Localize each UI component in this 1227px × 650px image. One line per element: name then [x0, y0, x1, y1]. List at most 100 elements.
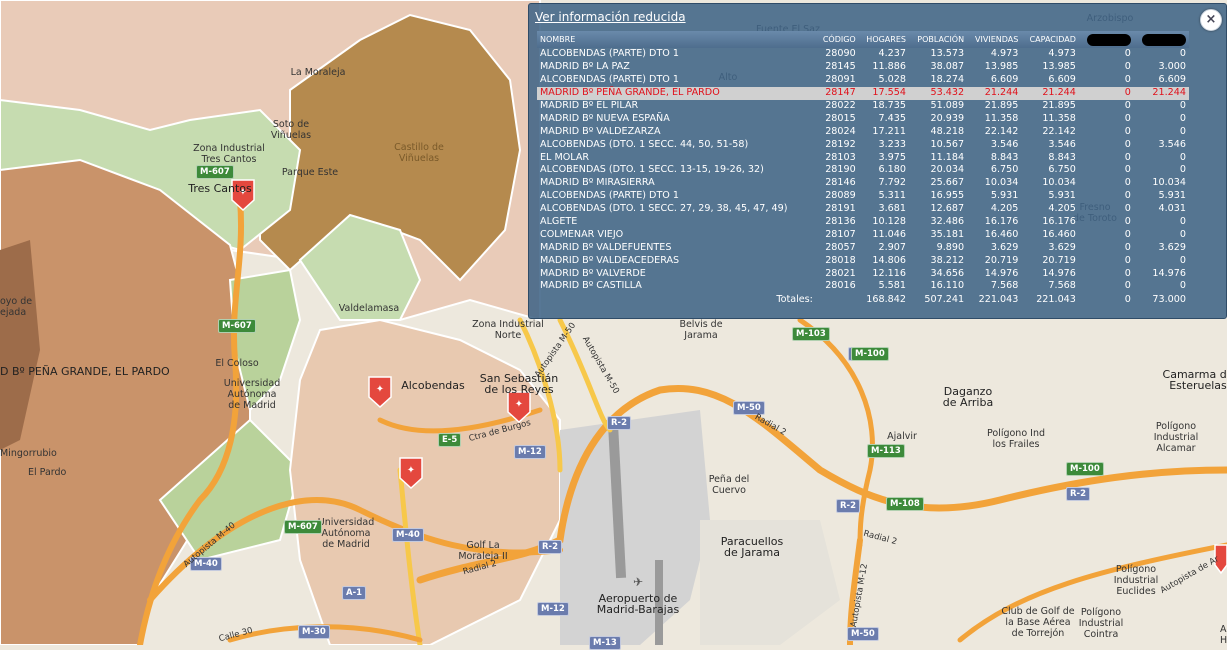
table-row[interactable]: MADRID Bº MIRASIERRA 28146 7.792 25.667 10.0… [537, 177, 1189, 190]
table-cell: 7.435 [878, 112, 906, 124]
table-cell: MADRID Bº MIRASIERRA [540, 177, 655, 189]
table-cell: 16.460 [1042, 228, 1076, 240]
table-cell: 9.890 [936, 241, 965, 253]
table-cell: 18.274 [930, 74, 965, 86]
table-cell: 13.985 [1042, 61, 1076, 73]
table-row[interactable]: MADRID Bº EL PILAR 28022 18.735 51.089 21.89… [537, 100, 1189, 113]
column-header[interactable]: VIVIENDAS [967, 31, 1022, 48]
table-row[interactable]: MADRID Bº LA PAZ 28145 11.886 38.087 13.985 1… [537, 61, 1189, 74]
place-label-sanse: San Sebastián de los Reyes [479, 372, 559, 396]
column-header[interactable] [1078, 31, 1134, 48]
svg-text:✦: ✦ [376, 384, 384, 395]
table-cell: 21.895 [1042, 100, 1076, 111]
table-row[interactable]: ALCOBENDAS (DTO. 1 SECC. 27, 29, 38, 45,… [537, 203, 1189, 216]
road-shield-m607a: M-607 [196, 165, 234, 179]
table-cell: 16.460 [984, 228, 1019, 240]
table-cell: 28146 [825, 177, 856, 189]
road-shield-m607b: M-607 [218, 319, 256, 333]
table-row[interactable]: ALCOBENDAS (PARTE) DTO 1 28090 4.237 13.573… [537, 48, 1189, 61]
redacted-header [1142, 33, 1186, 46]
table-cell: MADRID Bº CASTILLA [540, 280, 642, 292]
place-label-golf: Golf La Moraleja II [458, 540, 508, 562]
airport-icon: ✈ [633, 575, 643, 589]
table-row[interactable]: ALGETE 28136 10.128 32.486 16.176 16.176 0 0 [537, 216, 1189, 229]
place-label-sotovinuelas: Soto de Viñuelas [270, 119, 312, 141]
info-panel: Ver información reducida × NOMBRE CÓDIGO H… [528, 3, 1227, 319]
road-shield-e5: E-5 [438, 433, 462, 447]
table-cell: 0 [1179, 112, 1186, 124]
place-label-paracuellos: Paracuellos de Jarama [720, 535, 784, 559]
table-cell: 8.843 [990, 151, 1019, 163]
table-row[interactable]: ALCOBENDAS (DTO. 1 SECC. 44, 50, 51-58) 2… [537, 138, 1189, 151]
table-cell: MADRID Bº VALVERDE [540, 267, 646, 279]
table-row[interactable]: MADRID Bº VALVERDE 28021 12.116 34.656 14.97… [537, 267, 1189, 280]
table-cell: 4.031 [1158, 203, 1186, 215]
place-label-valdelamasa: Valdelamasa [338, 303, 400, 314]
table-cell: 21.895 [984, 100, 1019, 111]
table-cell: 51.089 [930, 100, 965, 111]
column-header[interactable]: CÓDIGO [815, 31, 859, 48]
place-label-alcobendas: Alcobendas [401, 379, 465, 392]
road-shield-m50c: M-50 [847, 627, 879, 641]
table-cell: 22.142 [984, 125, 1019, 137]
table-row[interactable]: ALCOBENDAS (PARTE) DTO 1 28091 5.028 18.274… [537, 74, 1189, 87]
table-cell: 0 [1124, 112, 1131, 124]
table-cell: 20.719 [984, 254, 1019, 266]
table-row[interactable]: MADRID Bº NUEVA ESPAÑA 28015 7.435 20.939 11… [537, 112, 1189, 125]
road-shield-m607c: M-607 [284, 520, 322, 534]
table-cell: 0 [1124, 138, 1131, 150]
table-cell: 16.176 [1042, 216, 1076, 228]
table-cell: 6.609 [1048, 74, 1076, 86]
table-cell: 28024 [825, 125, 856, 137]
column-header[interactable]: POBLACIÓN [908, 31, 968, 48]
place-label-ah: Al H [1220, 624, 1227, 646]
table-cell: 28090 [825, 48, 856, 60]
table-row[interactable]: COLMENAR VIEJO 28107 11.046 35.181 16.460 16.… [537, 228, 1189, 241]
table-cell: 12.687 [930, 203, 965, 215]
table-cell: 10.034 [1152, 177, 1186, 189]
table-row[interactable]: ALCOBENDAS (DTO. 1 SECC. 13-15, 19-26, 3… [537, 164, 1189, 177]
table-cell: 0 [1179, 48, 1186, 60]
column-header[interactable]: NOMBRE [537, 31, 816, 48]
totals-label: Totales: [776, 293, 813, 305]
close-button[interactable]: × [1200, 9, 1222, 31]
table-cell: 5.931 [1048, 190, 1076, 202]
table-cell: 28191 [825, 203, 856, 215]
table-cell: 6.609 [1158, 74, 1186, 86]
table-cell: 3.629 [1158, 241, 1186, 253]
table-cell: ALCOBENDAS (PARTE) DTO 1 [540, 190, 680, 202]
table-cell: ALCOBENDAS (PARTE) DTO 1 [540, 74, 680, 86]
table-cell: 3.546 [1158, 138, 1186, 150]
table-cell: 0 [1124, 216, 1131, 228]
place-label-penacuervo: Peña del Cuervo [708, 474, 750, 496]
place-label-zonanorte: Zona Industrial Norte [472, 319, 544, 341]
table-cell: 53.432 [908, 86, 968, 100]
table-cell: 10.567 [930, 138, 965, 150]
road-shield-m13: M-13 [589, 636, 621, 650]
table-cell: 13.985 [984, 61, 1019, 73]
column-header[interactable] [1133, 31, 1189, 48]
table-cell: 7.568 [1048, 280, 1076, 292]
column-header[interactable]: CAPACIDAD [1021, 31, 1079, 48]
road-shield-m108: M-108 [886, 497, 924, 511]
table-cell: 14.976 [1042, 267, 1076, 279]
reduced-info-link[interactable]: Ver información reducida [535, 10, 686, 24]
place-label-elcoloso: El Coloso [215, 358, 259, 369]
table-cell: 28015 [825, 112, 856, 124]
place-label-cointra: Polígono Industrial Cointra [1078, 607, 1124, 640]
table-row[interactable]: MADRID Bº VALDEACEDERAS 28018 14.806 38.212… [537, 254, 1189, 267]
table-row[interactable]: ALCOBENDAS (PARTE) DTO 1 28089 5.311 16.955… [537, 190, 1189, 203]
table-row[interactable]: MADRID Bº VALDEFUENTES 28057 2.907 9.890 3.6… [537, 241, 1189, 254]
table-cell: 13.573 [930, 48, 965, 60]
table-cell: 8.843 [1048, 151, 1076, 163]
table-cell: 4.205 [990, 203, 1019, 215]
table-cell: 5.311 [878, 190, 906, 202]
column-header[interactable]: HOGARES [858, 31, 909, 48]
table-cell: ALCOBENDAS (DTO. 1 SECC. 44, 50, 51-58) [540, 138, 749, 150]
table-row[interactable]: MADRID Bº PEÑA GRANDE, EL PARDO 28147 17.5… [537, 86, 1189, 100]
table-cell: 28107 [825, 228, 856, 240]
table-row[interactable]: EL MOLAR 28103 3.975 11.184 8.843 8.843 0 0 [537, 151, 1189, 164]
table-row[interactable]: MADRID Bº CASTILLA 28016 5.581 16.110 7.568 7… [537, 280, 1189, 293]
table-cell: 3.629 [1048, 241, 1076, 253]
table-row[interactable]: MADRID Bº VALDEZARZA 28024 17.211 48.218 22.… [537, 125, 1189, 138]
